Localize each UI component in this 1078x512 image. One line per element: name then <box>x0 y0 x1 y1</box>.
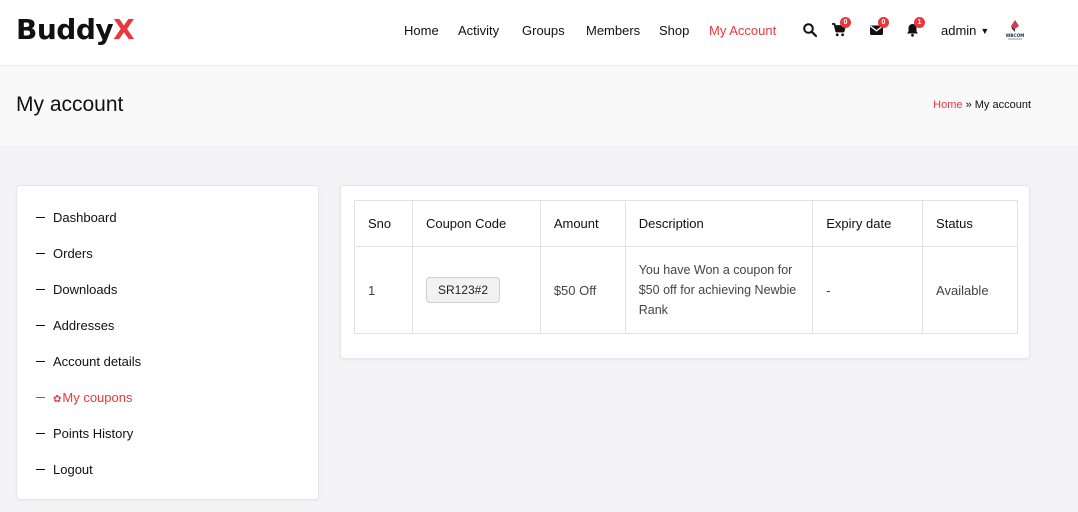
nav-activity[interactable]: Activity <box>458 23 499 38</box>
column-header-coupon-code: Coupon Code <box>411 200 541 247</box>
user-name: admin <box>941 23 977 38</box>
notifications-count-badge: 1 <box>914 17 925 28</box>
nav-my-account[interactable]: My Account <box>709 23 776 38</box>
dash-icon <box>36 325 45 326</box>
breadcrumb-home-link[interactable]: Home <box>933 99 962 111</box>
dash-icon <box>36 253 45 254</box>
user-menu[interactable]: admin ▼ <box>941 23 989 38</box>
page-header-band: My account Home » My account <box>0 66 1078 146</box>
sidebar-item-logout[interactable]: Logout <box>36 462 93 477</box>
column-header-expiry-date: Expiry date <box>812 200 924 247</box>
sidebar-item-my-coupons[interactable]: ✿My coupons <box>36 390 132 405</box>
breadcrumb-current: My account <box>974 99 1031 111</box>
chevron-down-icon: ▼ <box>980 26 990 36</box>
nav-shop[interactable]: Shop <box>659 23 689 38</box>
sidebar-item-account-details[interactable]: Account details <box>36 354 141 369</box>
column-header-amount: Amount <box>539 200 626 247</box>
nav-groups[interactable]: Groups <box>522 23 565 38</box>
breadcrumb-separator: » <box>965 99 972 111</box>
avatar[interactable]: WBCOM <box>1002 17 1028 43</box>
dash-icon <box>36 397 45 398</box>
sidebar-item-points-history[interactable]: Points History <box>36 426 133 441</box>
site-logo[interactable]: BuddyX <box>16 13 135 46</box>
coupon-code-chip[interactable]: SR123#2 <box>425 277 500 303</box>
avatar-text: WBCOM <box>1006 33 1025 38</box>
breadcrumb: Home » My account <box>933 99 1031 111</box>
cell-description: You have Won a coupon for $50 off for ac… <box>624 246 814 334</box>
cell-status: Available <box>922 246 1018 334</box>
search-icon[interactable] <box>802 22 818 38</box>
cell-coupon-code: SR123#2 <box>411 246 541 334</box>
dash-icon <box>36 217 45 218</box>
dash-icon <box>36 433 45 434</box>
dash-icon <box>36 469 45 470</box>
cart-icon[interactable]: 0 <box>831 17 851 38</box>
coupon-icon: ✿ <box>53 394 62 405</box>
site-header: BuddyX Home Activity Groups Members Shop… <box>0 0 1078 66</box>
table-row: 1 SR123#2 $50 Off You have Won a coupon … <box>354 246 1018 334</box>
cell-expiry-date: - <box>812 246 924 334</box>
nav-home[interactable]: Home <box>404 23 439 38</box>
sidebar-item-downloads[interactable]: Downloads <box>36 282 117 297</box>
messages-count-badge: 0 <box>878 17 889 28</box>
bell-icon[interactable]: 1 <box>905 17 925 38</box>
column-header-sno: Sno <box>354 200 413 247</box>
account-navigation: Dashboard Orders Downloads Addresses Acc… <box>16 185 319 500</box>
dash-icon <box>36 289 45 290</box>
table-header-row: Sno Coupon Code Amount Description Expir… <box>354 200 1018 247</box>
cell-sno: 1 <box>354 246 413 334</box>
envelope-icon[interactable]: 0 <box>869 17 889 38</box>
page-title: My account <box>16 93 124 116</box>
coupons-panel: Sno Coupon Code Amount Description Expir… <box>340 185 1030 359</box>
dash-icon <box>36 361 45 362</box>
cell-amount: $50 Off <box>539 246 626 334</box>
coupons-table: Sno Coupon Code Amount Description Expir… <box>354 200 1018 334</box>
cart-count-badge: 0 <box>840 17 851 28</box>
nav-members[interactable]: Members <box>586 23 640 38</box>
column-header-description: Description <box>624 200 814 247</box>
sidebar-item-addresses[interactable]: Addresses <box>36 318 114 333</box>
sidebar-item-dashboard[interactable]: Dashboard <box>36 210 117 225</box>
column-header-status: Status <box>922 200 1018 247</box>
sidebar-item-orders[interactable]: Orders <box>36 246 93 261</box>
